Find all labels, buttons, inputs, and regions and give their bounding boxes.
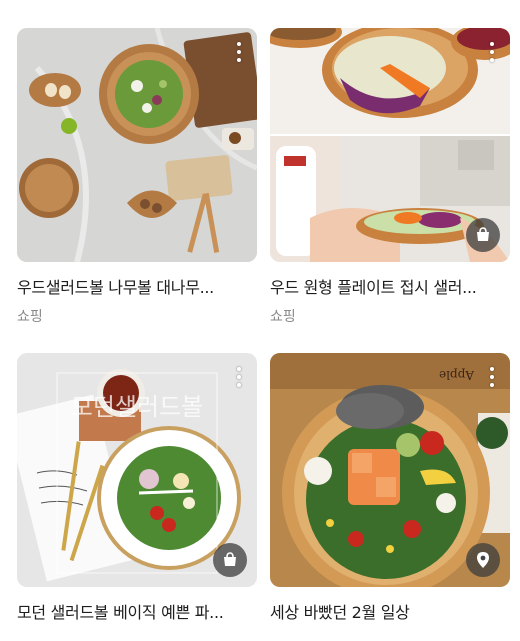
result-source: 쇼핑	[270, 309, 296, 325]
result-card[interactable]: 우드샐러드볼 나무볼 대나무... 쇼핑	[17, 28, 257, 326]
result-title[interactable]: 모던 샐러드볼 베이직 예쁜 파...	[17, 599, 257, 623]
image-overlay-text: Apple	[439, 368, 475, 382]
image-overlay-text: 모던샐러드볼	[71, 393, 203, 421]
result-thumbnail[interactable]	[17, 28, 257, 262]
wooden-bowls-image	[17, 28, 257, 262]
result-source: 쇼핑	[17, 309, 43, 325]
result-thumbnail[interactable]: 모던샐러드볼	[17, 353, 257, 587]
more-options-icon[interactable]	[237, 42, 241, 66]
result-thumbnail[interactable]	[270, 28, 510, 262]
more-options-icon[interactable]	[490, 367, 494, 391]
location-pin-icon[interactable]	[466, 543, 500, 577]
more-options-icon[interactable]	[490, 42, 494, 66]
result-title[interactable]: 우드샐러드볼 나무볼 대나무...	[17, 274, 257, 298]
result-title[interactable]: 우드 원형 플레이트 접시 샐러...	[270, 274, 510, 298]
shopping-bag-icon[interactable]	[466, 218, 500, 252]
result-card[interactable]: Apple 세상 바빴던 2월 일상	[270, 353, 510, 623]
result-card[interactable]: 우드 원형 플레이트 접시 샐러... 쇼핑	[270, 28, 510, 326]
result-title[interactable]: 세상 바빴던 2월 일상	[270, 599, 510, 623]
result-card[interactable]: 모던샐러드볼 모던 샐러드볼 베이직 예쁜 파...	[17, 353, 257, 623]
more-options-icon[interactable]	[237, 367, 241, 391]
result-thumbnail[interactable]: Apple	[270, 353, 510, 587]
shopping-bag-icon[interactable]	[213, 543, 247, 577]
